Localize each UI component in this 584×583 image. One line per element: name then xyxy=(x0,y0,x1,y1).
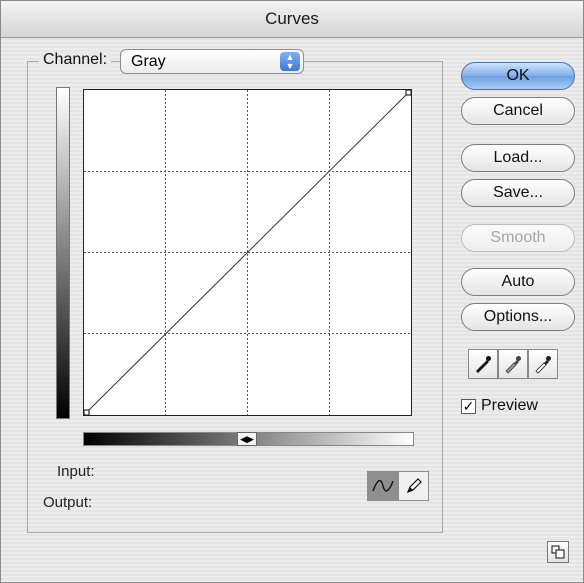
gradient-direction-toggle[interactable]: ◀▶ xyxy=(237,432,257,446)
preview-label: Preview xyxy=(481,397,538,414)
expand-graph-icon[interactable] xyxy=(547,541,569,563)
gray-eyedropper-icon[interactable] xyxy=(498,349,528,379)
eyedropper-group xyxy=(468,349,558,379)
channel-select-value: Gray xyxy=(131,53,166,70)
curve-point-start xyxy=(83,409,90,416)
options-button[interactable]: Options... xyxy=(461,303,575,331)
black-eyedropper-icon[interactable] xyxy=(468,349,498,379)
curve-graph[interactable] xyxy=(83,89,412,416)
pencil-tool-icon[interactable] xyxy=(398,471,429,501)
auto-button[interactable]: Auto xyxy=(461,268,575,296)
curve-grid xyxy=(83,89,412,416)
smooth-button[interactable]: Smooth xyxy=(461,224,575,252)
save-button[interactable]: Save... xyxy=(461,179,575,207)
ok-button[interactable]: OK xyxy=(461,62,575,90)
white-eyedropper-icon[interactable] xyxy=(528,349,558,379)
curve-point-end xyxy=(405,89,412,96)
output-label: Output: xyxy=(43,494,93,511)
curve-point-tool-icon[interactable] xyxy=(367,471,398,501)
input-label: Input: xyxy=(57,463,95,480)
cancel-button[interactable]: Cancel xyxy=(461,97,575,125)
channel-label: Channel: xyxy=(39,51,112,69)
select-arrows-icon: ▲ ▼ xyxy=(280,52,300,71)
load-button[interactable]: Load... xyxy=(461,144,575,172)
window-title: Curves xyxy=(1,1,583,38)
preview-checkbox-row[interactable]: ✓ Preview xyxy=(461,397,538,415)
curve-tool-group xyxy=(367,471,429,501)
curves-dialog: Curves Channel: Gray ▲ ▼ ◀▶ Input: Output… xyxy=(0,0,584,583)
channel-select[interactable]: Gray ▲ ▼ xyxy=(120,49,304,74)
preview-checkbox[interactable]: ✓ xyxy=(461,398,476,414)
output-gradient-bar xyxy=(56,87,70,419)
